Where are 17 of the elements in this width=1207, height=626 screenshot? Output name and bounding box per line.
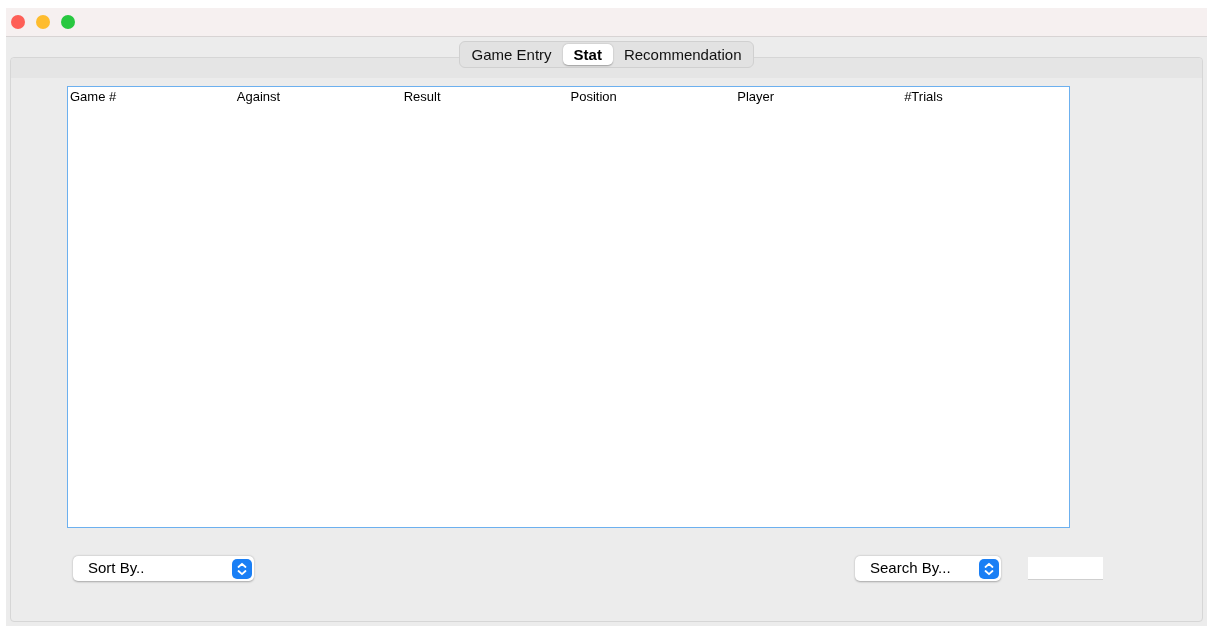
minimize-icon[interactable] xyxy=(36,15,50,29)
maximize-icon[interactable] xyxy=(61,15,75,29)
stepper-icon xyxy=(979,558,999,579)
close-icon[interactable] xyxy=(11,15,25,29)
column-header: Against xyxy=(235,88,282,105)
column-header: Result xyxy=(402,88,442,105)
search-field[interactable] xyxy=(1028,557,1103,580)
column-header: Position xyxy=(569,88,618,105)
column-header: Player xyxy=(736,88,776,105)
column-header: Game # xyxy=(69,88,118,105)
column-header: #Trials xyxy=(903,88,944,105)
sort-select[interactable]: Sort By.. xyxy=(73,556,254,581)
stepper-icon xyxy=(232,558,252,579)
tab[interactable]: Stat xyxy=(562,44,613,65)
tab[interactable]: Recommendation xyxy=(614,44,751,65)
tab[interactable]: Game Entry xyxy=(462,44,561,65)
search-select[interactable]: Search By... xyxy=(855,556,1001,581)
